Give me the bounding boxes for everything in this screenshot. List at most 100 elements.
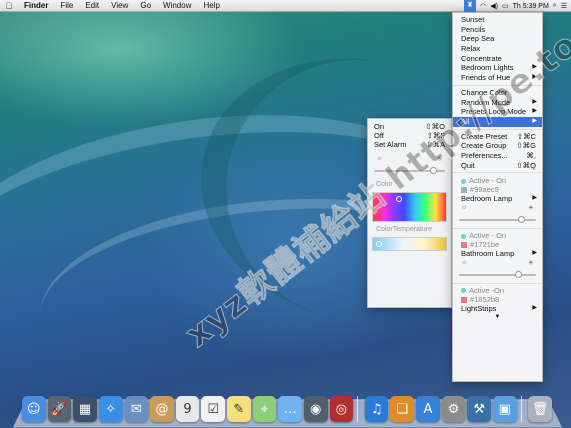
color-temperature-label: ColorTemperature (376, 226, 433, 233)
lamp-brightness-slider[interactable] (459, 269, 536, 281)
dock-separator (357, 396, 361, 422)
dock-facetime-icon[interactable]: ◉ (303, 396, 328, 422)
color-temperature-knob[interactable] (376, 241, 382, 247)
dock-app-store-icon[interactable]: A (416, 396, 440, 422)
dock: ☺ 🚀 ▦ ✧ ✉ @9 ☑ ✎ ⌖… ◉ ◎ ♫ ❑ A ⚙ ⚒ ▣ 🗑 (22, 390, 552, 422)
brightness-range: ☼ ☀ (374, 155, 445, 165)
submenu-arrow-icon: ▶ (532, 195, 537, 202)
off-item[interactable]: Off ⇧⌘F (368, 131, 451, 140)
menu-bar:  Finder File Edit View Go Window Help ♜… (0, 0, 571, 12)
brightness-slider-knob[interactable] (430, 167, 438, 174)
brightness-range: ☼ ☀ (459, 204, 536, 214)
spotlight-icon[interactable]: ⌕ (553, 2, 557, 10)
brightness-slider-knob[interactable] (518, 216, 526, 223)
menu-help[interactable]: Help (197, 1, 225, 10)
brightness-range: ☼ ☀ (459, 259, 536, 269)
lamp-color: #99aec9 (453, 185, 542, 194)
menu-window[interactable]: Window (157, 1, 197, 10)
quit-item[interactable]: Quit ⇧⌘Q (453, 161, 542, 171)
color-label: Color (376, 181, 393, 188)
lamp-brightness-slider[interactable] (459, 214, 536, 226)
color-temperature-picker[interactable] (372, 237, 447, 251)
divider (453, 228, 542, 229)
on-item[interactable]: On ⇧⌘O (368, 122, 451, 131)
preset-concentrate[interactable]: Concentrate (453, 54, 542, 64)
presets-loop-mode-item[interactable]: Presets Loop Mode ▶ (453, 107, 542, 117)
dock-itunes-icon[interactable]: ♫ (364, 396, 389, 422)
dock-mission-control-icon[interactable]: ▦ (73, 396, 97, 422)
volume-icon[interactable]: ◀) (490, 2, 498, 10)
sun-low-icon: ☼ (461, 204, 468, 211)
submenu-arrow-icon: ▶ (532, 117, 537, 124)
lamp-bathroom-lamp[interactable]: Bathroom Lamp ▶ (453, 249, 542, 259)
dock-utilities-icon[interactable]: ▣ (492, 396, 517, 422)
preferences-item[interactable]: Preferences... ⌘, (453, 151, 542, 161)
dock-reminders-icon[interactable]: ☑ (201, 396, 225, 422)
sun-low-icon: ☼ (376, 155, 383, 162)
dock-mail-icon[interactable]: ✉ (124, 396, 149, 422)
lamp-color: #1721be (453, 240, 542, 249)
dock-notes-icon[interactable]: ✎ (227, 396, 251, 422)
all-lights-item[interactable]: All ▶ (453, 116, 542, 127)
all-lights-submenu: On ⇧⌘O Off ⇧⌘F Set Alarm ⇧⌘A ☼ ☀ Color Color… (367, 118, 452, 308)
preset-friends-of-hue[interactable]: Friends of Hue ▶ (453, 73, 542, 83)
menu-view[interactable]: View (105, 1, 134, 10)
color-picker[interactable] (372, 192, 447, 222)
lamp-lightstrips[interactable]: LightStrips ▶ (453, 304, 542, 314)
menu-file[interactable]: File (54, 1, 79, 10)
dock-photo-booth-icon[interactable]: ◎ (329, 396, 354, 422)
dock-system-preferences-icon[interactable]: ⚙ (441, 396, 466, 422)
preset-bedroom-lights[interactable]: Bedroom Lights ▶ (453, 63, 542, 73)
create-preset-item[interactable]: Create Preset ⇧⌘C (453, 132, 542, 142)
brightness-slider[interactable] (374, 165, 445, 177)
clock[interactable]: Th 5:39 PM (513, 3, 549, 10)
create-group-item[interactable]: Create Group ⇧⌘G (453, 141, 542, 151)
wifi-icon[interactable]: ◠ (480, 2, 486, 10)
dock-safari-icon[interactable]: ✧ (98, 396, 123, 422)
submenu-arrow-icon: ▶ (532, 108, 537, 115)
active-dot-icon (461, 178, 466, 184)
dock-ibooks-icon[interactable]: ❑ (390, 396, 415, 422)
apple-menu-icon[interactable]:  (0, 1, 18, 11)
battery-icon[interactable]: ▭ (502, 2, 509, 10)
dock-separator (520, 396, 525, 422)
brightness-slider-knob[interactable] (515, 270, 523, 278)
lamp-bedroom-lamp[interactable]: Bedroom Lamp ▶ (453, 194, 542, 204)
submenu-arrow-icon: ▶ (532, 74, 537, 81)
active-dot-icon (461, 288, 466, 294)
notification-center-icon[interactable]: ☰ (561, 2, 567, 10)
dock-maps-icon[interactable]: ⌖ (252, 396, 277, 422)
dock-calendar-icon[interactable]: 9 (175, 396, 200, 422)
color-swatch (461, 242, 467, 249)
dock-xcode-icon[interactable]: ⚒ (467, 396, 491, 422)
color-picker-knob[interactable] (396, 196, 402, 202)
random-mode-item[interactable]: Random Mode ▶ (453, 98, 542, 108)
menu-go[interactable]: Go (134, 1, 157, 10)
hue-lamp-icon[interactable]: ♜ (463, 0, 477, 12)
menu-edit[interactable]: Edit (79, 1, 105, 10)
dock-messages-icon[interactable]: … (278, 396, 302, 422)
color-swatch (461, 296, 467, 303)
active-dot-icon (461, 233, 466, 239)
lamp-status: Active -On (453, 286, 542, 295)
change-color-item[interactable]: Change Color (453, 88, 542, 98)
preset-relax[interactable]: Relax (453, 44, 542, 54)
submenu-arrow-icon: ▶ (532, 250, 537, 256)
preset-deep-sea[interactable]: Deep Sea (453, 34, 542, 44)
scroll-down-arrow-icon[interactable]: ▼ (453, 313, 542, 323)
submenu-arrow-icon: ▶ (532, 98, 537, 105)
submenu-arrow-icon: ▶ (532, 304, 537, 311)
dock-launchpad-icon[interactable]: 🚀 (47, 396, 72, 422)
menu-finder[interactable]: Finder (18, 1, 54, 10)
preset-sunset[interactable]: Sunset (453, 15, 542, 25)
lamp-status: Active - On (453, 176, 542, 185)
divider (453, 282, 542, 284)
lamp-status: Active - On (453, 231, 542, 240)
dock-contacts-icon[interactable]: @ (150, 396, 174, 422)
preset-pencils[interactable]: Pencils (453, 25, 542, 35)
set-alarm-item[interactable]: Set Alarm ⇧⌘A (368, 140, 451, 149)
dock-trash-icon[interactable]: 🗑 (528, 396, 552, 422)
sun-high-icon: ☀ (436, 156, 443, 163)
hue-menu: Sunset Pencils Deep Sea Relax Concentrat… (452, 12, 543, 382)
dock-finder-icon[interactable]: ☺ (22, 396, 46, 422)
